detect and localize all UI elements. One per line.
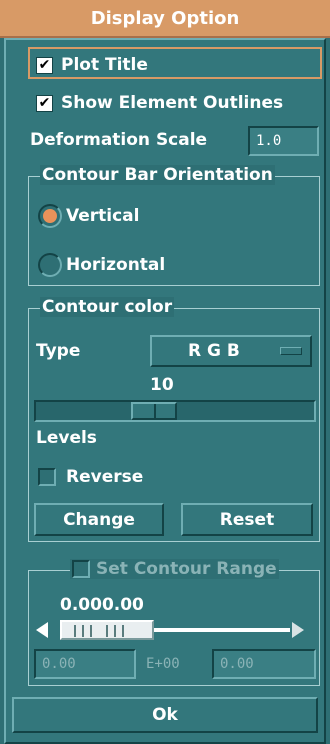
range-max-value: 0.00 (220, 656, 254, 672)
slider-thumb-grip-icon (122, 625, 124, 637)
range-right-arrow-icon[interactable] (292, 622, 304, 638)
ok-button-label: Ok (152, 705, 178, 725)
reverse-checkbox-row[interactable]: Reverse (38, 467, 143, 487)
range-exponent-label: E+00 (146, 656, 180, 672)
reset-button[interactable]: Reset (181, 503, 313, 536)
reverse-label: Reverse (66, 467, 144, 487)
slider-thumb-grip-icon (106, 625, 108, 637)
type-dropdown-value: R G B (188, 341, 240, 361)
contour-range-checkbox-row[interactable]: Set Contour Range (70, 559, 279, 579)
range-slider-thumb[interactable] (60, 620, 154, 640)
deformation-scale-label: Deformation Scale (30, 130, 208, 150)
range-max-field[interactable]: 0.00 (212, 649, 316, 679)
slider-thumb-grip-icon (154, 404, 157, 418)
range-slider-track[interactable] (150, 628, 290, 632)
change-button-label: Change (63, 509, 135, 530)
slider-thumb-grip-icon (74, 625, 76, 637)
show-outlines-label: Show Element Outlines (61, 93, 284, 113)
contour-range-checkbox[interactable] (72, 560, 90, 578)
slider-thumb-grip-icon (90, 625, 92, 637)
contour-color-group-title: Contour color (40, 297, 175, 317)
slider-thumb-grip-icon (114, 625, 116, 637)
type-dropdown[interactable]: R G B (150, 335, 312, 367)
window-title-bar: Display Option (0, 0, 330, 38)
contour-range-value: 0.000.00 (60, 595, 144, 615)
orientation-group-title: Contour Bar Orientation (40, 165, 275, 185)
plot-title-checkbox[interactable]: ✔ (36, 56, 53, 74)
radio-horizontal-indicator[interactable] (38, 253, 62, 277)
range-min-field[interactable]: 0.00 (34, 649, 136, 679)
dropdown-indicator-icon (280, 347, 302, 355)
levels-value: 10 (150, 375, 174, 395)
slider-thumb-grip-icon (82, 625, 84, 637)
reverse-checkbox[interactable] (38, 468, 56, 486)
levels-label: Levels (36, 428, 97, 448)
window-title: Display Option (90, 7, 240, 29)
ok-button[interactable]: Ok (12, 697, 318, 733)
radio-vertical[interactable]: Vertical (38, 204, 139, 228)
radio-selected-dot (43, 209, 57, 223)
deformation-scale-field[interactable]: 1.0 (248, 126, 319, 156)
plot-title-checkbox-row[interactable]: ✔ Plot Title (36, 55, 148, 75)
reset-button-label: Reset (219, 509, 275, 530)
radio-horizontal-label: Horizontal (66, 255, 166, 275)
radio-horizontal[interactable]: Horizontal (38, 253, 165, 277)
levels-slider-thumb[interactable] (131, 402, 178, 420)
change-button[interactable]: Change (34, 503, 164, 536)
contour-range-title: Set Contour Range (96, 559, 277, 579)
plot-title-label: Plot Title (61, 55, 148, 75)
radio-vertical-indicator[interactable] (38, 204, 62, 228)
deformation-scale-value: 1.0 (256, 133, 282, 149)
range-min-value: 0.00 (42, 656, 76, 672)
radio-vertical-label: Vertical (66, 206, 140, 226)
show-outlines-checkbox[interactable]: ✔ (36, 94, 53, 112)
type-label: Type (36, 341, 81, 361)
range-left-arrow-icon[interactable] (36, 622, 48, 638)
show-outlines-checkbox-row[interactable]: ✔ Show Element Outlines (36, 93, 283, 113)
